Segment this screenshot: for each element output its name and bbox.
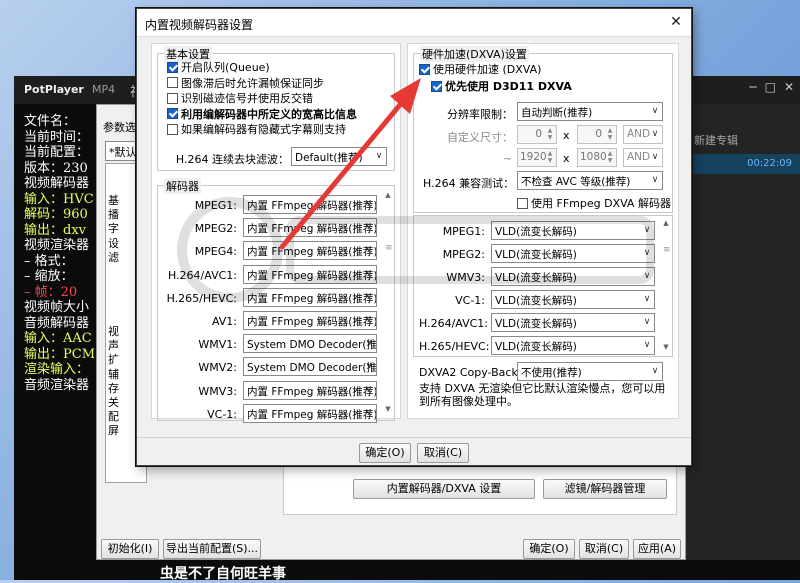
red-arrow-annotation (279, 78, 421, 250)
